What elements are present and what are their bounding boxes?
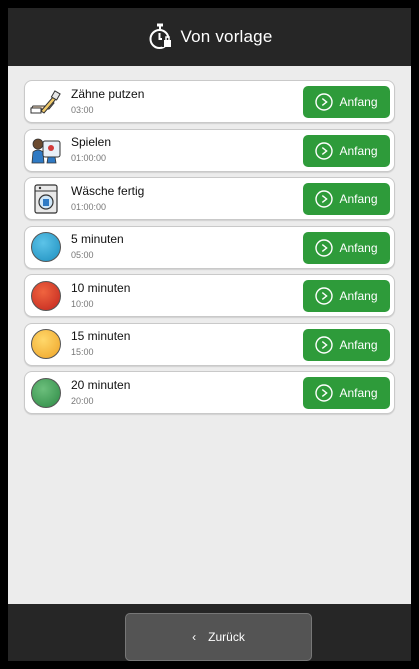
back-button[interactable]: ‹ Zurück [125,613,312,661]
play-circle-icon [315,93,334,111]
play-circle-icon [315,141,334,160]
washing-machine-icon [29,182,63,216]
stopwatch-icon [147,22,173,52]
start-button-label: Anfang [339,386,378,400]
start-button[interactable]: Anfang [303,280,390,312]
start-button-label: Anfang [339,337,378,352]
play-circle-icon [315,238,334,257]
chevron-left-icon: ‹ [192,630,197,644]
play-circle-icon [315,335,334,354]
list-item[interactable]: 20 minuten 20:00 Anfang [24,371,395,414]
start-button[interactable]: Anfang [303,183,390,215]
start-button-label: Anfang [339,240,378,255]
start-button[interactable]: Anfang [303,231,390,264]
children-playing-icon [29,133,63,167]
start-button[interactable]: Anfang [303,328,390,361]
start-button-label: Anfang [339,143,378,158]
green-circle-icon [29,376,63,410]
list-item[interactable]: 15 minuten 15:00 Anfang [24,322,395,366]
list-item[interactable]: Zähne putzen 03:00 Anfang [24,80,395,123]
list-item[interactable]: 5 minuten 05:00 Anfang [24,225,395,269]
list-item[interactable]: Spielen 01:00:00 Anfang [24,128,395,172]
start-button[interactable]: Anfang [303,377,390,409]
start-button[interactable]: Anfang [303,86,390,118]
play-circle-icon [315,384,334,402]
app-frame: Von vorlage Zähne putzen 03:00 Anfang Sp… [8,8,411,661]
play-circle-icon [315,190,334,208]
toothbrush-icon [29,85,63,119]
start-button-label: Anfang [339,95,378,109]
start-button-label: Anfang [339,192,378,206]
template-list: Zähne putzen 03:00 Anfang Spielen 01:00:… [24,80,395,420]
red-circle-icon [29,279,63,313]
list-item[interactable]: Wäsche fertig 01:00:00 Anfang [24,177,395,220]
play-circle-icon [315,287,334,305]
back-button-label: Zurück [208,630,245,644]
yellow-circle-icon [29,327,63,361]
start-button-label: Anfang [339,289,378,303]
start-button[interactable]: Anfang [303,134,390,167]
list-item[interactable]: 10 minuten 10:00 Anfang [24,274,395,317]
footer-bar: ‹ Zurück [8,604,411,661]
blue-circle-icon [29,230,63,264]
page-title: Von vorlage [180,27,273,46]
header-bar: Von vorlage [8,8,411,66]
